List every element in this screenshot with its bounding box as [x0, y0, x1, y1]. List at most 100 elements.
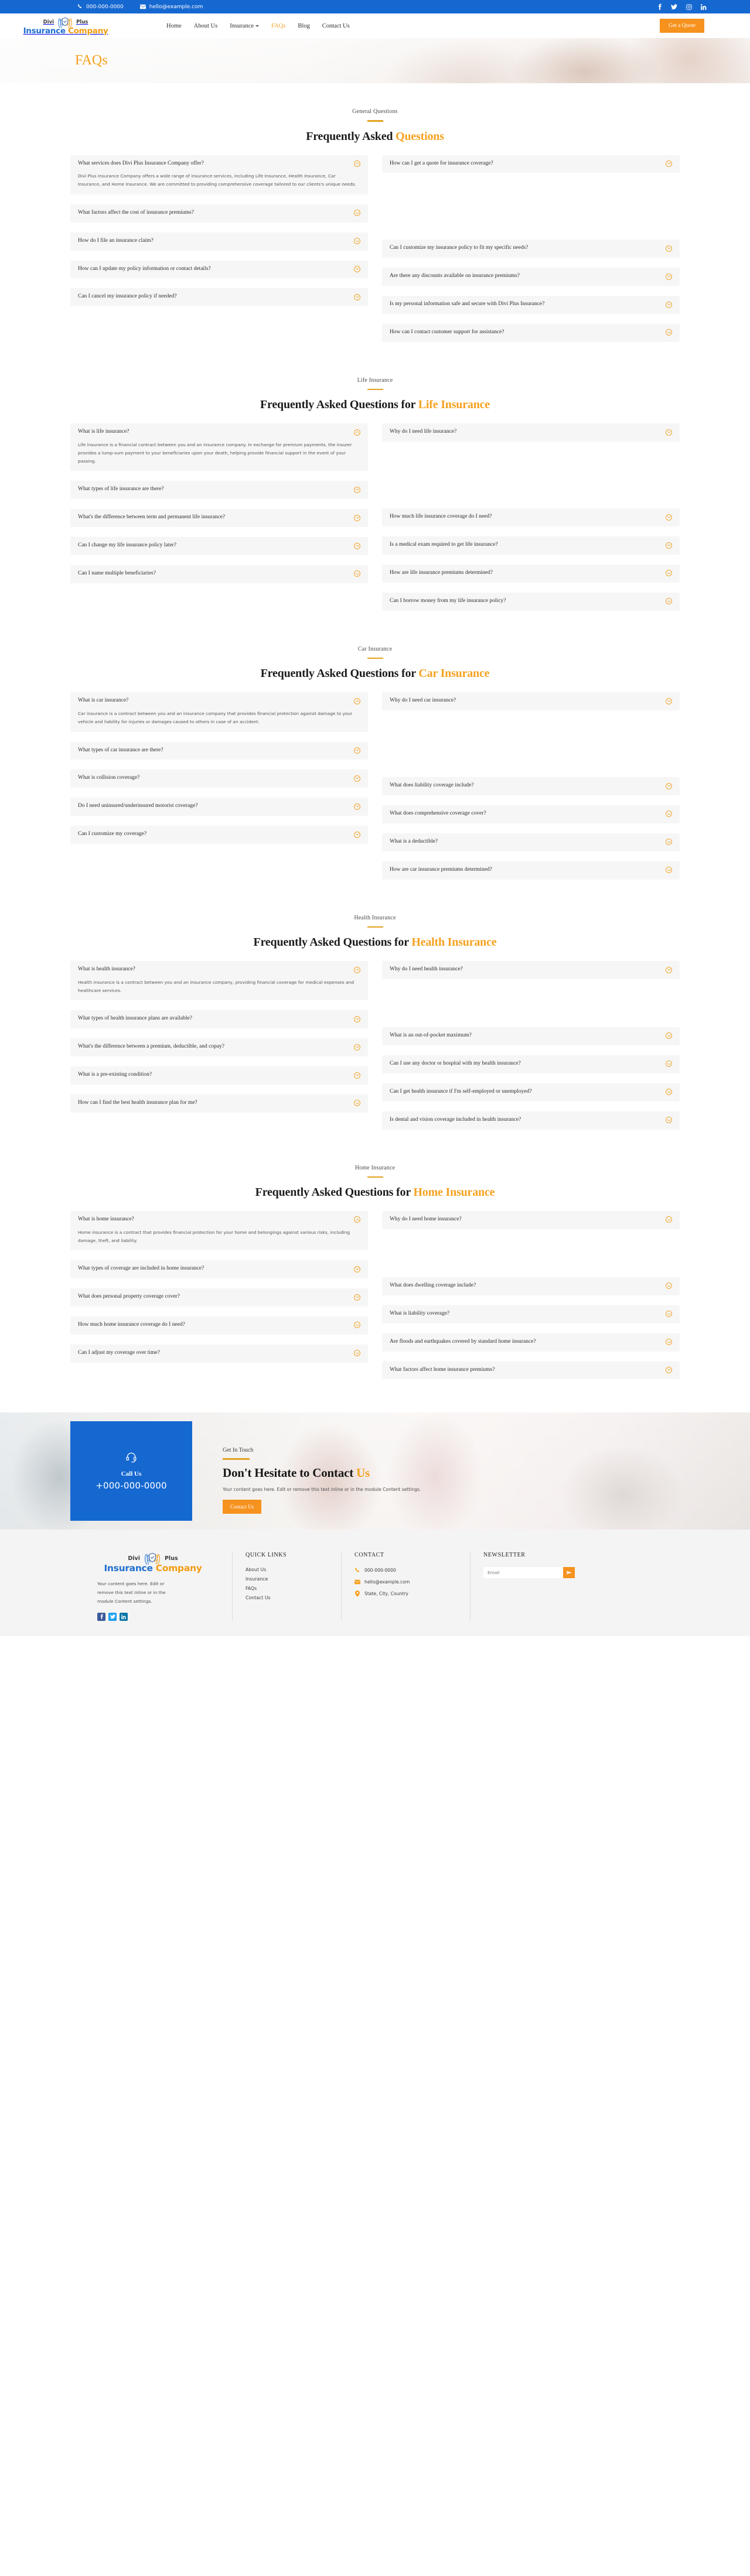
- faq-item[interactable]: What is collision coverage?: [70, 769, 368, 788]
- chevron-down-icon[interactable]: [666, 839, 672, 846]
- faq-item-header[interactable]: How much life insurance coverage do I ne…: [390, 514, 672, 521]
- faq-item[interactable]: Can I adjust my coverage over time?: [70, 1344, 368, 1363]
- faq-item-header[interactable]: Are there any discounts available on ins…: [390, 273, 672, 280]
- chevron-down-icon[interactable]: [666, 1216, 672, 1223]
- contact-us-button[interactable]: Contact Us: [223, 1499, 262, 1514]
- faq-item-header[interactable]: What does dwelling coverage include?: [390, 1282, 672, 1289]
- faq-item[interactable]: Can I get health insurance if I'm self-e…: [382, 1083, 680, 1101]
- footer-logo[interactable]: Divi Plus Insurance Company: [97, 1552, 209, 1573]
- chevron-down-icon[interactable]: [666, 1311, 672, 1318]
- faq-item-header[interactable]: Why do I need car insurance?: [390, 697, 672, 704]
- call-us-number[interactable]: +000-000-0000: [96, 1480, 166, 1491]
- nav-item-faqs[interactable]: FAQs: [271, 23, 285, 29]
- chevron-down-icon[interactable]: [666, 1032, 672, 1039]
- faq-item[interactable]: How are car insurance premiums determine…: [382, 861, 680, 880]
- faq-item[interactable]: Is a medical exam required to get life i…: [382, 536, 680, 555]
- chevron-down-icon[interactable]: [666, 966, 672, 973]
- faq-item-header[interactable]: How can I update my policy information o…: [78, 266, 360, 273]
- faq-item[interactable]: How much life insurance coverage do I ne…: [382, 508, 680, 527]
- chevron-down-icon[interactable]: [354, 1265, 360, 1272]
- facebook-icon[interactable]: [97, 1612, 105, 1621]
- faq-item-header[interactable]: How can I find the best health insurance…: [78, 1100, 360, 1107]
- faq-item-header[interactable]: How are life insurance premiums determin…: [390, 570, 672, 577]
- faq-item[interactable]: Can I name multiple beneficiaries?: [70, 565, 368, 583]
- top-bar-phone[interactable]: 000-000-0000: [77, 4, 124, 10]
- chevron-down-icon[interactable]: [666, 329, 672, 336]
- nav-item-contact-us[interactable]: Contact Us: [322, 23, 350, 29]
- chevron-down-icon[interactable]: [354, 542, 360, 549]
- faq-item-header[interactable]: Why do I need life insurance?: [390, 429, 672, 436]
- chevron-down-icon[interactable]: [666, 160, 672, 167]
- chevron-down-icon[interactable]: [354, 1350, 360, 1357]
- chevron-up-icon[interactable]: [354, 697, 360, 704]
- faq-item-header[interactable]: What is a pre-existing condition?: [78, 1072, 360, 1079]
- faq-item[interactable]: Do I need uninsured/underinsured motoris…: [70, 798, 368, 816]
- chevron-down-icon[interactable]: [354, 514, 360, 521]
- faq-item-header[interactable]: Can I get health insurance if I'm self-e…: [390, 1089, 672, 1096]
- chevron-down-icon[interactable]: [666, 542, 672, 549]
- faq-item-header[interactable]: Can I customize my insurance policy to f…: [390, 245, 672, 252]
- faq-item[interactable]: What does dwelling coverage include?: [382, 1277, 680, 1295]
- chevron-down-icon[interactable]: [666, 1282, 672, 1289]
- chevron-down-icon[interactable]: [354, 1100, 360, 1107]
- faq-item[interactable]: What does liability coverage include?: [382, 777, 680, 795]
- faq-item-header[interactable]: How do I file an insurance claim?: [78, 238, 360, 245]
- chevron-down-icon[interactable]: [354, 1322, 360, 1329]
- chevron-down-icon[interactable]: [666, 1089, 672, 1096]
- faq-item[interactable]: What is life insurance? Life insurance is…: [70, 423, 368, 471]
- faq-item-header[interactable]: Why do I need home insurance?: [390, 1216, 672, 1223]
- chevron-down-icon[interactable]: [666, 1117, 672, 1124]
- faq-item-header[interactable]: Can I customize my coverage?: [78, 831, 360, 838]
- chevron-down-icon[interactable]: [354, 1294, 360, 1301]
- faq-item[interactable]: Are floods and earthquakes covered by st…: [382, 1333, 680, 1352]
- faq-item-header[interactable]: Can I borrow money from my life insuranc…: [390, 598, 672, 605]
- facebook-icon[interactable]: [656, 4, 663, 10]
- faq-item[interactable]: Are there any discounts available on ins…: [382, 268, 680, 286]
- chevron-down-icon[interactable]: [354, 803, 360, 810]
- chevron-down-icon[interactable]: [666, 273, 672, 280]
- faq-item-header[interactable]: What is health insurance?: [78, 966, 360, 973]
- chevron-down-icon[interactable]: [666, 429, 672, 436]
- faq-item-header[interactable]: What does personal property coverage cov…: [78, 1294, 360, 1301]
- faq-item[interactable]: What does comprehensive coverage cover?: [382, 805, 680, 823]
- chevron-up-icon[interactable]: [354, 160, 360, 167]
- chevron-down-icon[interactable]: [354, 293, 360, 300]
- chevron-down-icon[interactable]: [354, 570, 360, 577]
- footer-contact-email[interactable]: hello@example.com: [354, 1579, 457, 1585]
- chevron-down-icon[interactable]: [666, 1060, 672, 1068]
- faq-item-header[interactable]: What is life insurance?: [78, 429, 360, 436]
- faq-item-header[interactable]: What's the difference between a premium,…: [78, 1044, 360, 1051]
- chevron-down-icon[interactable]: [354, 831, 360, 838]
- chevron-down-icon[interactable]: [354, 747, 360, 754]
- instagram-icon[interactable]: [686, 4, 692, 10]
- chevron-down-icon[interactable]: [354, 486, 360, 493]
- chevron-down-icon[interactable]: [666, 1366, 672, 1373]
- faq-item-header[interactable]: Why do I need health insurance?: [390, 966, 672, 973]
- faq-item[interactable]: What factors affect home insurance premi…: [382, 1361, 680, 1380]
- chevron-down-icon[interactable]: [666, 570, 672, 577]
- faq-item[interactable]: Can I customize my coverage?: [70, 826, 368, 844]
- faq-item[interactable]: How much home insurance coverage do I ne…: [70, 1316, 368, 1335]
- chevron-down-icon[interactable]: [666, 245, 672, 252]
- faq-item[interactable]: How can I find the best health insurance…: [70, 1094, 368, 1113]
- chevron-down-icon[interactable]: [666, 782, 672, 789]
- newsletter-submit-button[interactable]: [563, 1567, 575, 1579]
- faq-item[interactable]: What types of health insurance plans are…: [70, 1010, 368, 1029]
- nav-item-insurance[interactable]: Insurance: [230, 23, 260, 29]
- faq-item[interactable]: What's the difference between a premium,…: [70, 1038, 368, 1057]
- faq-item[interactable]: What types of life insurance are there?: [70, 481, 368, 500]
- faq-item-header[interactable]: Is a medical exam required to get life i…: [390, 542, 672, 549]
- faq-item[interactable]: Can I change my life insurance policy la…: [70, 537, 368, 555]
- faq-item[interactable]: What is health insurance? Health insuranc…: [70, 961, 368, 1001]
- chevron-down-icon[interactable]: [354, 265, 360, 272]
- chevron-down-icon[interactable]: [666, 1339, 672, 1346]
- chevron-down-icon[interactable]: [354, 1015, 360, 1022]
- faq-item-header[interactable]: How are car insurance premiums determine…: [390, 867, 672, 874]
- faq-item-header[interactable]: What types of coverage are included in h…: [78, 1265, 360, 1272]
- chevron-down-icon[interactable]: [354, 1044, 360, 1051]
- faq-item-header[interactable]: Do I need uninsured/underinsured motoris…: [78, 803, 360, 810]
- faq-item-header[interactable]: How can I get a quote for insurance cove…: [390, 160, 672, 167]
- chevron-down-icon[interactable]: [354, 775, 360, 782]
- faq-item-header[interactable]: What is liability coverage?: [390, 1311, 672, 1318]
- faq-item-header[interactable]: What is home insurance?: [78, 1216, 360, 1223]
